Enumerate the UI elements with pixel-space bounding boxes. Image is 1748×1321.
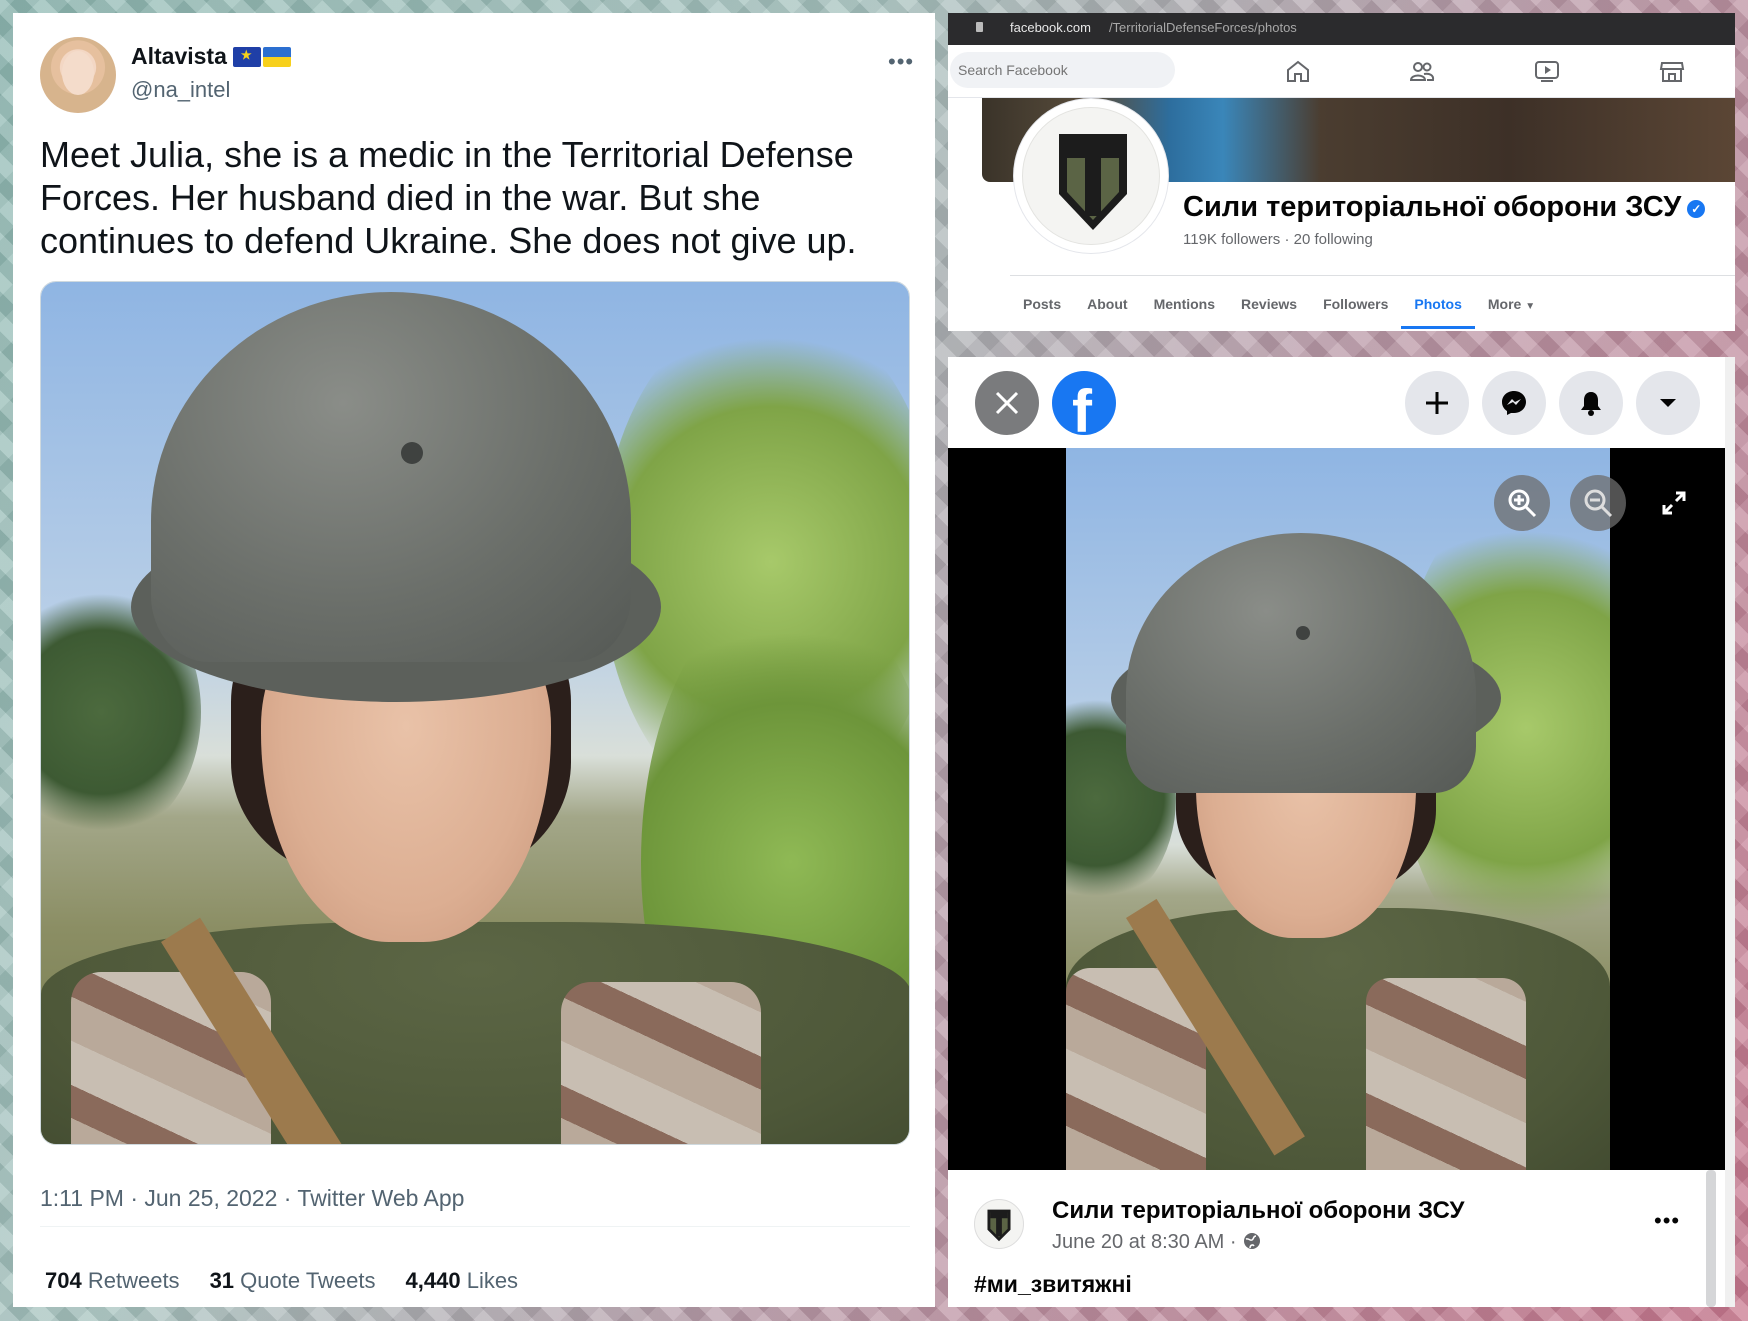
post-timestamp[interactable]: June 20 at 8:30 AM · [1052,1231,1262,1254]
divider [40,1226,910,1227]
quotes-count: 31 [209,1268,235,1293]
create-button[interactable] [1405,371,1469,435]
tab-mentions[interactable]: Mentions [1141,285,1228,329]
followers-count[interactable]: 119K followers [1183,231,1280,248]
post-time-text: June 20 at 8:30 AM · [1052,1231,1237,1253]
viewer-photo[interactable] [1066,448,1610,1170]
facebook-logo-icon[interactable]: f [1052,371,1116,435]
url-path: /TerritorialDefenseForces/photos [1108,20,1297,35]
post-author-name[interactable]: Сили територіальної оборони ЗСУ [1052,1197,1464,1225]
post-author-avatar[interactable] [974,1199,1024,1249]
messenger-icon [1502,391,1526,415]
tab-photos[interactable]: Photos [1401,285,1475,329]
close-button[interactable] [975,371,1039,435]
likes-stat[interactable]: 4,440 Likes [406,1268,519,1294]
page-scrollbar[interactable] [1725,357,1735,1307]
divider [1010,275,1735,276]
close-icon [995,391,1019,415]
messenger-button[interactable] [1482,371,1546,435]
retweets-count: 704 [45,1268,82,1293]
zoom-out-icon [1584,489,1613,518]
facebook-photo-viewer: f Сили територіальної оборони ЗСУ June 2… [948,357,1725,1307]
url-domain: facebook.com [1010,20,1091,35]
author-avatar[interactable] [40,37,116,113]
page-profile-picture[interactable] [1014,99,1168,253]
ukraine-flag-icon [262,47,291,67]
watch-icon[interactable] [1534,59,1560,83]
shield-logo-icon [1059,134,1127,230]
post-hashtag[interactable]: #ми_звитяжні [974,1271,1132,1298]
notifications-button[interactable] [1559,371,1623,435]
zoom-out-button[interactable] [1570,475,1626,531]
lock-icon [976,22,983,32]
bell-icon [1581,392,1601,416]
tweet-card: Altavista @na_intel ••• Meet Julia, she … [13,13,935,1307]
facebook-page-panel: facebook.com/TerritorialDefenseForces/ph… [948,13,1735,331]
tab-about[interactable]: About [1074,285,1140,329]
facebook-nav-bar [948,45,1735,98]
globe-icon [1244,1233,1261,1249]
likes-label: Likes [466,1268,519,1293]
home-icon[interactable] [1285,59,1311,83]
photo-scene [41,282,909,1144]
tab-posts[interactable]: Posts [1010,285,1074,329]
following-count[interactable]: 20 following [1294,231,1373,248]
browser-url-bar[interactable]: facebook.com/TerritorialDefenseForces/ph… [948,13,1735,45]
fullscreen-icon[interactable] [1661,490,1687,516]
caret-down-icon [1660,399,1676,407]
page-tabs: Posts About Mentions Reviews Followers P… [1010,285,1548,329]
follower-counts: 119K followers · 20 following [1183,231,1373,248]
quote-tweets-stat[interactable]: 31 Quote Tweets [210,1268,376,1294]
tweet-stats: 704 Retweets 31 Quote Tweets 4,440 Likes [45,1268,518,1294]
tab-reviews[interactable]: Reviews [1228,285,1310,329]
page-name-text: Сили територіальної оборони ЗСУ [1183,191,1682,223]
tweet-text: Meet Julia, she is a medic in the Territ… [40,134,857,261]
zoom-in-icon [1508,489,1537,518]
post-more-button[interactable]: ••• [1654,1208,1680,1234]
likes-count: 4,440 [405,1268,461,1293]
marketplace-icon[interactable] [1659,59,1685,83]
account-menu-button[interactable] [1636,371,1700,435]
author-handle[interactable]: @na_intel [131,77,230,103]
friends-icon[interactable] [1409,59,1435,83]
tweet-timestamp[interactable]: 1:11 PM · Jun 25, 2022 · Twitter Web App [40,1185,464,1212]
tweet-more-button[interactable]: ••• [888,49,914,75]
author-name[interactable]: Altavista [131,43,227,69]
shield-logo-icon [987,1209,1011,1242]
page-title: Сили територіальної оборони ЗСУ ✓ [1183,191,1706,224]
zoom-in-button[interactable] [1494,475,1550,531]
post-scrollbar[interactable] [1706,1170,1716,1307]
caret-down-icon: ▼ [1525,301,1536,312]
photo-scene [1066,448,1610,1170]
tab-more[interactable]: More ▼ [1475,285,1548,329]
search-input[interactable] [950,52,1175,88]
plus-icon [1426,392,1448,414]
verified-badge-icon: ✓ [1687,200,1706,218]
retweets-label: Retweets [87,1268,180,1293]
retweets-stat[interactable]: 704 Retweets [45,1268,180,1294]
eu-flag-icon [232,47,261,67]
tab-followers[interactable]: Followers [1310,285,1401,329]
quotes-label: Quote Tweets [240,1268,376,1293]
author-name-row[interactable]: Altavista [131,43,291,70]
tab-more-label: More [1487,296,1522,312]
tweet-photo[interactable] [40,281,910,1145]
